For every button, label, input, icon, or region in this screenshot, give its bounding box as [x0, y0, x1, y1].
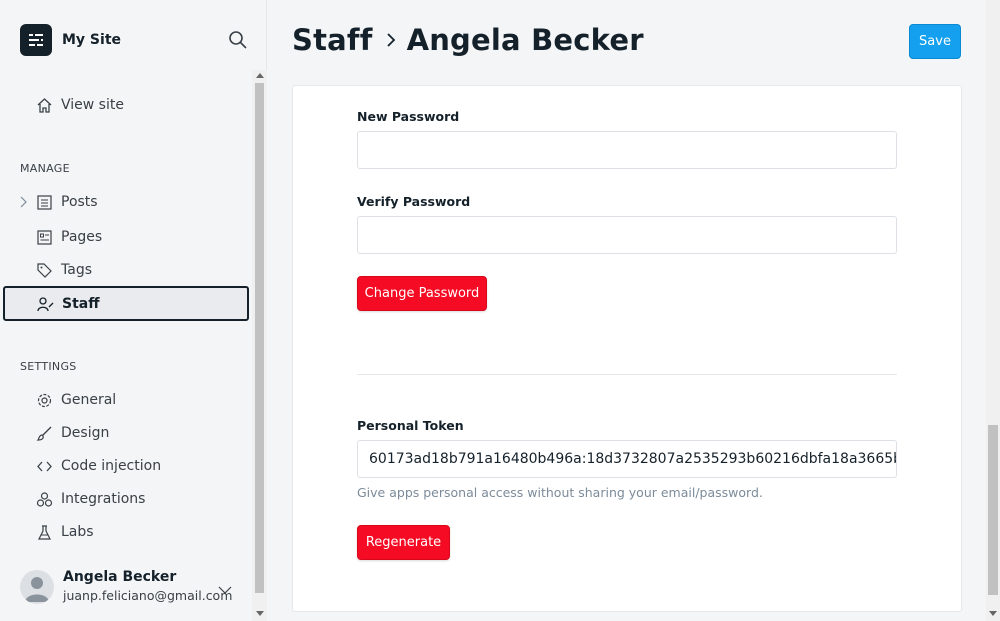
personal-token-field[interactable]: 60173ad18b791a16480b496a:18d3732807a2535…: [357, 440, 897, 478]
nav-view-site[interactable]: View site: [4, 90, 249, 120]
main-content: Staff Angela Becker Save New Password Ve…: [267, 0, 986, 621]
brand[interactable]: My Site: [20, 24, 121, 56]
new-password-label: New Password: [357, 109, 460, 124]
avatar: [20, 570, 54, 604]
nav-label: Staff: [62, 295, 100, 312]
nav-label: Pages: [61, 229, 103, 245]
main-scrollbar[interactable]: [986, 0, 1000, 621]
verify-password-field[interactable]: [357, 216, 897, 254]
nav-integrations[interactable]: Integrations: [4, 484, 249, 514]
nav-scroll-area: View site MANAGE Posts Pages Tags Staff …: [0, 70, 252, 621]
tag-icon: [36, 262, 53, 279]
save-button[interactable]: Save: [909, 24, 961, 59]
code-icon: [36, 458, 53, 475]
ghost-logo-icon: [20, 24, 52, 56]
password-token-card: New Password Verify Password Change Pass…: [292, 85, 962, 612]
change-password-button[interactable]: Change Password: [357, 276, 487, 311]
nav-posts[interactable]: Posts: [4, 187, 249, 217]
breadcrumb: Staff Angela Becker: [292, 20, 644, 60]
sidebar: My Site View site MANAGE Posts Pages Tag…: [0, 0, 267, 621]
nav-label: Design: [61, 425, 110, 441]
user-email: juanp.feliciano@gmail.com: [63, 588, 233, 603]
nav-label: General: [61, 392, 117, 408]
scrollbar-thumb[interactable]: [255, 83, 264, 593]
scrollbar-thumb[interactable]: [988, 425, 998, 595]
nav-label: Integrations: [61, 491, 146, 507]
brush-icon: [36, 425, 53, 442]
user-menu[interactable]: Angela Becker juanp.feliciano@gmail.com: [20, 568, 242, 608]
scroll-up-arrow-icon[interactable]: [256, 73, 264, 78]
page-title: Angela Becker: [406, 23, 644, 57]
nav-tags[interactable]: Tags: [4, 255, 249, 285]
nav-staff[interactable]: Staff: [3, 286, 249, 321]
nav-label: Posts: [61, 194, 98, 210]
nav-label: Code injection: [61, 458, 162, 474]
posts-icon: [36, 194, 53, 211]
user-name: Angela Becker: [63, 569, 177, 585]
pages-icon: [36, 229, 53, 246]
nav-general[interactable]: General: [4, 385, 249, 415]
manage-section-title: MANAGE: [20, 162, 70, 175]
gear-icon: [36, 392, 53, 409]
divider: [357, 374, 897, 375]
nav-pages[interactable]: Pages: [4, 222, 249, 252]
sidebar-scrollbar[interactable]: [252, 70, 267, 621]
token-help-text: Give apps personal access without sharin…: [357, 485, 763, 500]
regenerate-button[interactable]: Regenerate: [357, 525, 450, 560]
nav-label: View site: [61, 97, 124, 113]
integrations-icon: [36, 491, 53, 508]
personal-token-label: Personal Token: [357, 418, 464, 433]
flask-icon: [36, 524, 53, 541]
search-icon[interactable]: [228, 30, 248, 50]
scroll-down-arrow-icon[interactable]: [256, 611, 264, 616]
site-name: My Site: [62, 32, 122, 48]
home-icon: [36, 97, 53, 114]
nav-design[interactable]: Design: [4, 418, 249, 448]
new-password-field[interactable]: [357, 131, 897, 169]
nav-label: Labs: [61, 524, 94, 540]
chevron-right-icon: [381, 30, 401, 50]
scroll-down-arrow-icon[interactable]: [989, 611, 997, 616]
nav-labs[interactable]: Labs: [4, 517, 249, 547]
nav-code-injection[interactable]: Code injection: [4, 451, 249, 481]
nav-label: Tags: [61, 262, 92, 278]
breadcrumb-staff-link[interactable]: Staff: [292, 23, 373, 57]
staff-icon: [37, 296, 54, 313]
verify-password-label: Verify Password: [357, 194, 471, 209]
chevron-right-icon[interactable]: [18, 196, 28, 208]
chevron-down-icon[interactable]: [218, 580, 232, 594]
settings-section-title: SETTINGS: [20, 360, 77, 373]
